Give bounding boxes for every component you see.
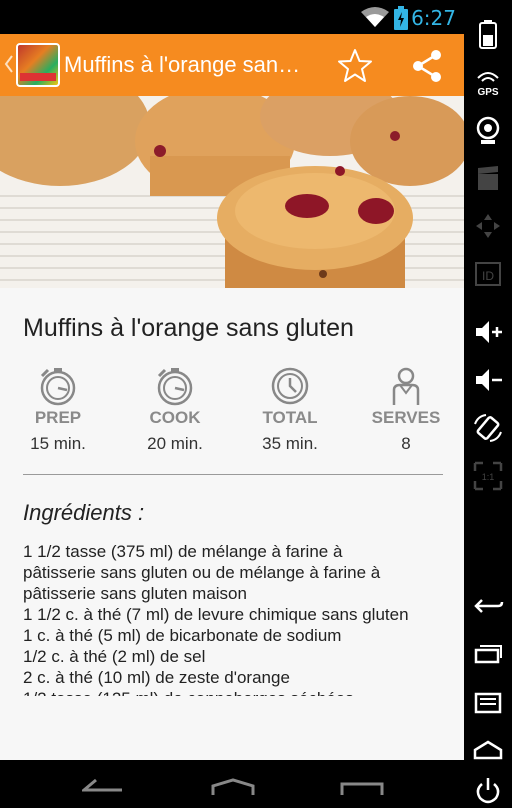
device-screen: 6:27 Muffins à l'orange san… Muffins à l…: [0, 0, 464, 795]
home-key-icon[interactable]: [472, 734, 504, 766]
stat-value: 8: [401, 434, 411, 453]
ingredient-line: pâtisserie sans gluten ou de mélange à f…: [23, 563, 381, 582]
stat-label: TOTAL: [262, 408, 318, 427]
ingredient-line: 1/2 c. à thé (2 ml) de sel: [23, 647, 206, 666]
action-bar-title: Muffins à l'orange san…: [64, 52, 301, 77]
svg-text:ID: ID: [482, 269, 494, 283]
recents-key-icon[interactable]: [472, 638, 504, 670]
person-icon: [392, 367, 420, 405]
emulator-sidebar: GPS ID 1:1: [464, 0, 512, 804]
svg-text:GPS: GPS: [477, 87, 498, 98]
gps-icon[interactable]: GPS: [472, 68, 504, 100]
svg-text:1:1: 1:1: [482, 472, 495, 482]
volume-up-icon[interactable]: [472, 316, 504, 348]
back-caret-icon[interactable]: [4, 54, 14, 74]
ingredient-line: 1 1/2 c. à thé (7 ml) de levure chimique…: [23, 605, 409, 624]
muffins-image: [0, 96, 464, 288]
stat-label: SERVES: [371, 408, 441, 427]
stat-serves: SERVES 8: [348, 366, 464, 454]
stat-cook: COOK 20 min.: [117, 366, 233, 454]
stat-label: COOK: [149, 408, 201, 427]
clapperboard-icon[interactable]: [472, 162, 504, 194]
power-key-icon[interactable]: [472, 776, 504, 808]
stat-value: 35 min.: [262, 434, 318, 453]
ingredient-line: 1/2 tasse (125 ml) de canneberges séchée…: [23, 688, 448, 696]
system-nav-bar: [0, 760, 464, 795]
recent-apps-icon[interactable]: [340, 782, 384, 795]
stat-prep: PREP 15 min.: [0, 366, 116, 454]
ingredient-line: 1 1/2 tasse (375 ml) de mélange à farine…: [23, 542, 343, 561]
ingredient-line: 1 c. à thé (5 ml) de bicarbonate de sodi…: [23, 626, 342, 645]
action-bar: Muffins à l'orange san…: [0, 34, 464, 96]
wifi-icon: [361, 7, 389, 27]
favorite-star-icon[interactable]: [336, 47, 374, 85]
stat-value: 15 min.: [30, 434, 86, 453]
recipe-photo: [0, 96, 464, 288]
back-key-icon[interactable]: [472, 590, 504, 622]
app-logo-icon[interactable]: [16, 43, 60, 87]
ingredient-line: 2 c. à thé (10 ml) de zeste d'orange: [23, 668, 290, 687]
battery-icon: [394, 6, 408, 30]
menu-key-icon[interactable]: [472, 686, 504, 718]
status-time: 6:27: [411, 6, 456, 30]
stopwatch-icon: [40, 368, 76, 406]
share-icon[interactable]: [408, 47, 446, 85]
ingredients-heading: Ingrédients :: [23, 500, 145, 525]
clock-icon: [271, 367, 309, 405]
scale-icon[interactable]: 1:1: [472, 460, 504, 492]
id-icon[interactable]: ID: [472, 258, 504, 290]
stat-label: PREP: [34, 408, 82, 427]
recipe-title: Muffins à l'orange sans gluten: [23, 314, 354, 342]
status-bar: 6:27: [0, 0, 464, 34]
stat-total: TOTAL 35 min.: [232, 366, 348, 454]
ingredients-list[interactable]: 1 1/2 tasse (375 ml) de mélange à farine…: [23, 541, 448, 696]
back-icon[interactable]: [82, 778, 126, 795]
ingredient-line: pâtisserie sans gluten maison: [23, 584, 247, 603]
webcam-icon[interactable]: [472, 114, 504, 146]
divider: [23, 474, 443, 475]
stopwatch-icon: [157, 368, 193, 406]
dpad-icon[interactable]: [472, 210, 504, 242]
rotate-icon[interactable]: [472, 412, 504, 444]
home-icon[interactable]: [210, 778, 256, 795]
stat-value: 20 min.: [147, 434, 203, 453]
volume-down-icon[interactable]: [472, 364, 504, 396]
battery-status-icon[interactable]: [472, 18, 504, 50]
recipe-card: Muffins à l'orange sans gluten PREP 15 m…: [0, 288, 464, 760]
